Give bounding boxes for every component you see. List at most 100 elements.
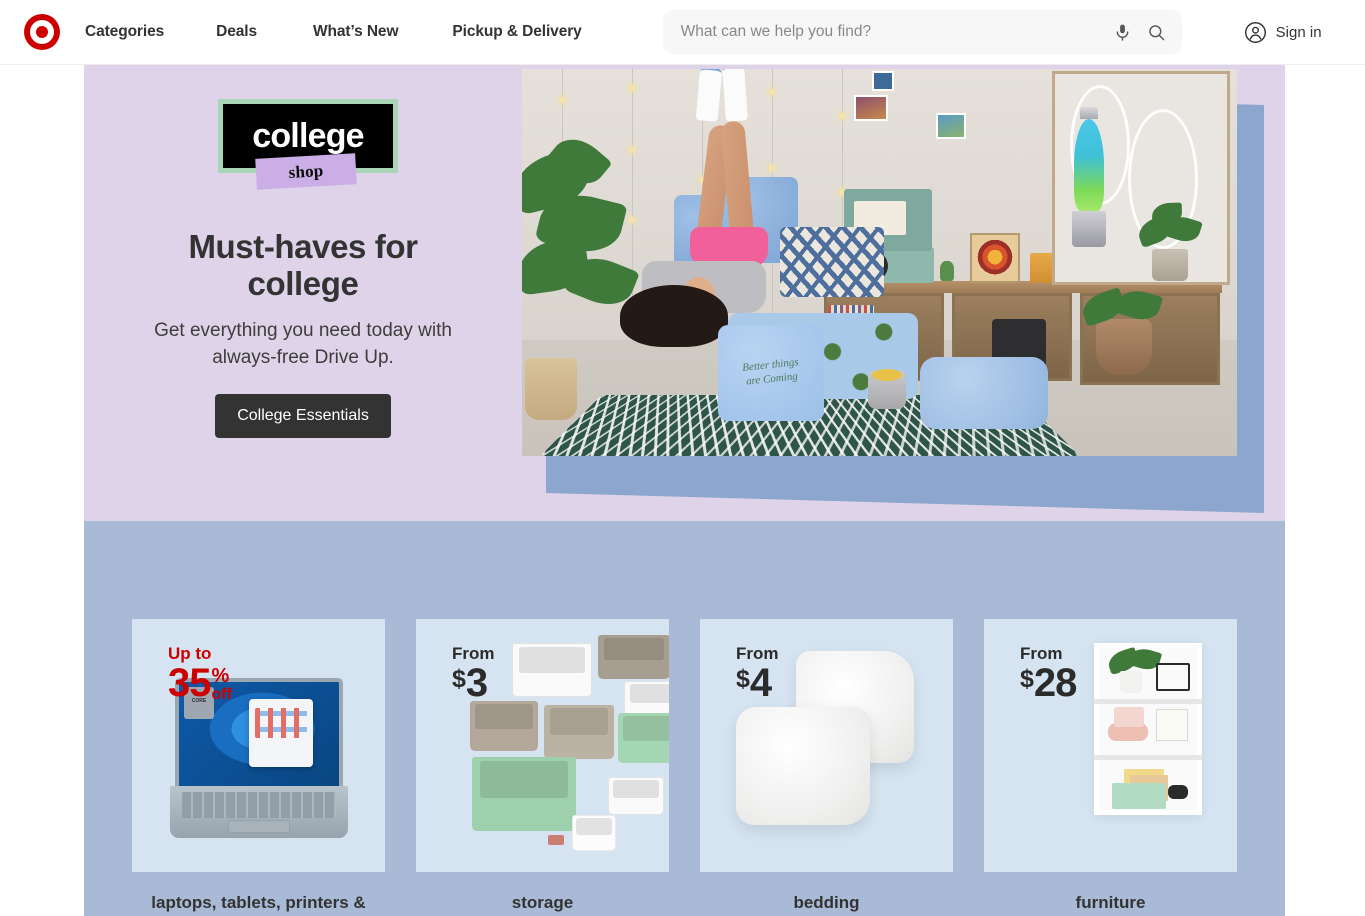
fairy-light-strand bbox=[632, 69, 633, 299]
category-card-image: From $ 3 bbox=[416, 619, 669, 872]
bookcase-shelf bbox=[1094, 699, 1202, 704]
price-amount: 3 bbox=[465, 661, 488, 705]
category-card-laptops[interactable]: Up to 35 % off intel CORE laptops, table… bbox=[132, 619, 385, 916]
wall-photo bbox=[872, 71, 894, 91]
user-circle-icon bbox=[1244, 21, 1266, 43]
pillow-front bbox=[736, 707, 870, 825]
framed-print bbox=[1156, 709, 1188, 741]
mug-contents bbox=[872, 369, 902, 381]
hero-subtitle: Get everything you need today with alway… bbox=[154, 319, 452, 368]
currency-symbol: $ bbox=[736, 665, 750, 693]
hero-photo[interactable]: Better things are Coming bbox=[522, 69, 1237, 456]
price-prefix: From bbox=[1020, 644, 1063, 663]
badge-word: college bbox=[252, 117, 364, 155]
quote-pillow-text: Better things are Coming bbox=[741, 356, 799, 388]
laptop-base bbox=[170, 786, 348, 838]
storage-bin-green bbox=[618, 713, 669, 763]
shelf-plant-pot bbox=[1152, 249, 1188, 281]
price-badge: Up to 35 % off bbox=[168, 645, 232, 703]
lava-lamp-cap bbox=[1080, 107, 1098, 119]
category-card-label: storage bbox=[511, 893, 574, 912]
sign-in-button[interactable]: Sign in bbox=[1244, 21, 1322, 44]
primary-nav: Categories Deals What’s New Pickup & Del… bbox=[84, 23, 582, 41]
hero-banner: Better things are Coming college shop Mus… bbox=[84, 65, 1285, 521]
wall-photo bbox=[936, 113, 966, 139]
plant-pot-left bbox=[525, 358, 577, 420]
category-card-furniture[interactable]: From $ 28 furniture bbox=[984, 619, 1237, 916]
film-camera bbox=[1114, 707, 1144, 727]
price-prefix: Up to bbox=[168, 644, 212, 663]
target-logo-link[interactable] bbox=[0, 0, 84, 65]
college-essentials-button[interactable]: College Essentials bbox=[215, 393, 391, 438]
page-content: Better things are Coming college shop Mus… bbox=[0, 65, 1365, 916]
category-card-image: Up to 35 % off intel CORE bbox=[132, 619, 385, 872]
storage-bin-taupe bbox=[470, 701, 538, 751]
price-amount: 35 bbox=[168, 661, 211, 705]
storage-bin-green-large bbox=[472, 757, 576, 831]
price-badge: From $ 28 bbox=[1020, 644, 1077, 705]
site-header: Categories Deals What’s New Pickup & Del… bbox=[0, 0, 1365, 65]
crate-plant-pot bbox=[1096, 319, 1152, 375]
category-card-image: From $ 28 bbox=[984, 619, 1237, 872]
category-card-label: bedding bbox=[793, 893, 860, 912]
windows-start-menu bbox=[249, 698, 314, 767]
hair bbox=[620, 285, 728, 347]
fairy-light-bulb bbox=[629, 217, 635, 223]
price-badge: From $ 3 bbox=[452, 644, 495, 705]
search-input[interactable] bbox=[662, 10, 1106, 54]
sign-in-label: Sign in bbox=[1275, 23, 1322, 41]
category-card-label: laptops, tablets, printers & office acce… bbox=[151, 893, 366, 912]
logo-ring bbox=[30, 20, 54, 44]
nav-item-categories[interactable]: Categories bbox=[85, 23, 164, 41]
price-percent-sign: % bbox=[211, 665, 230, 687]
fairy-light-bulb bbox=[629, 147, 635, 153]
sock bbox=[722, 69, 748, 122]
velvet-blue-pillow bbox=[920, 357, 1048, 429]
lava-lamp-base bbox=[1072, 211, 1106, 247]
category-card-label: furniture bbox=[1075, 893, 1146, 912]
storage-bin-small-white bbox=[572, 815, 616, 851]
quote-pillow[interactable]: Better things are Coming bbox=[718, 325, 824, 421]
binder-clip bbox=[548, 835, 564, 845]
storage-bin-taupe bbox=[598, 635, 669, 679]
category-card-bedding[interactable]: From $ 4 bedding bbox=[700, 619, 953, 916]
currency-symbol: $ bbox=[452, 665, 466, 693]
price-off-label: off bbox=[211, 686, 232, 703]
category-strip: Up to 35 % off intel CORE laptops, table… bbox=[84, 521, 1285, 916]
nav-item-whats-new[interactable]: What’s New bbox=[313, 23, 399, 41]
green-basket bbox=[1112, 783, 1166, 809]
price-amount: 4 bbox=[749, 661, 772, 705]
category-card-image: From $ 4 bbox=[700, 619, 953, 872]
badge-shop-label: shop bbox=[288, 160, 324, 182]
fairy-light-bulb bbox=[769, 165, 775, 171]
fairy-light-bulb bbox=[559, 97, 565, 103]
badge-shop-tag: shop bbox=[255, 153, 357, 190]
laptop-trackpad bbox=[228, 820, 290, 833]
mini-cactus bbox=[940, 261, 954, 281]
nav-item-deals[interactable]: Deals bbox=[216, 23, 257, 41]
fairy-light-bulb bbox=[629, 85, 635, 91]
college-shop-badge: college shop bbox=[208, 99, 398, 203]
start-menu-grid bbox=[255, 707, 308, 738]
bookcase-shelf bbox=[1094, 755, 1202, 760]
shelf-plant-pot bbox=[1120, 671, 1142, 693]
laptop-keyboard bbox=[182, 792, 336, 818]
storage-bin-white bbox=[512, 643, 592, 697]
search-bar bbox=[662, 10, 1182, 54]
logo-dot bbox=[36, 26, 48, 38]
price-badge: From $ 4 bbox=[736, 644, 779, 705]
category-card-storage[interactable]: From $ 3 storage bbox=[416, 619, 669, 916]
patterned-lumbar-pillow bbox=[780, 227, 884, 297]
magnifier-icon[interactable] bbox=[1140, 15, 1174, 49]
microphone-icon[interactable] bbox=[1106, 15, 1140, 49]
price-amount: 28 bbox=[1033, 661, 1077, 705]
storage-bin-taupe bbox=[544, 705, 614, 759]
hero-title: Must-haves for college bbox=[188, 228, 418, 302]
price-prefix: From bbox=[736, 644, 779, 663]
desk-clock bbox=[1156, 663, 1190, 691]
price-prefix: From bbox=[452, 644, 495, 663]
nav-item-pickup-delivery[interactable]: Pickup & Delivery bbox=[452, 23, 581, 41]
lava-lamp-glass bbox=[1074, 119, 1104, 211]
fairy-light-bulb bbox=[839, 113, 845, 119]
target-bullseye-logo bbox=[24, 14, 60, 50]
